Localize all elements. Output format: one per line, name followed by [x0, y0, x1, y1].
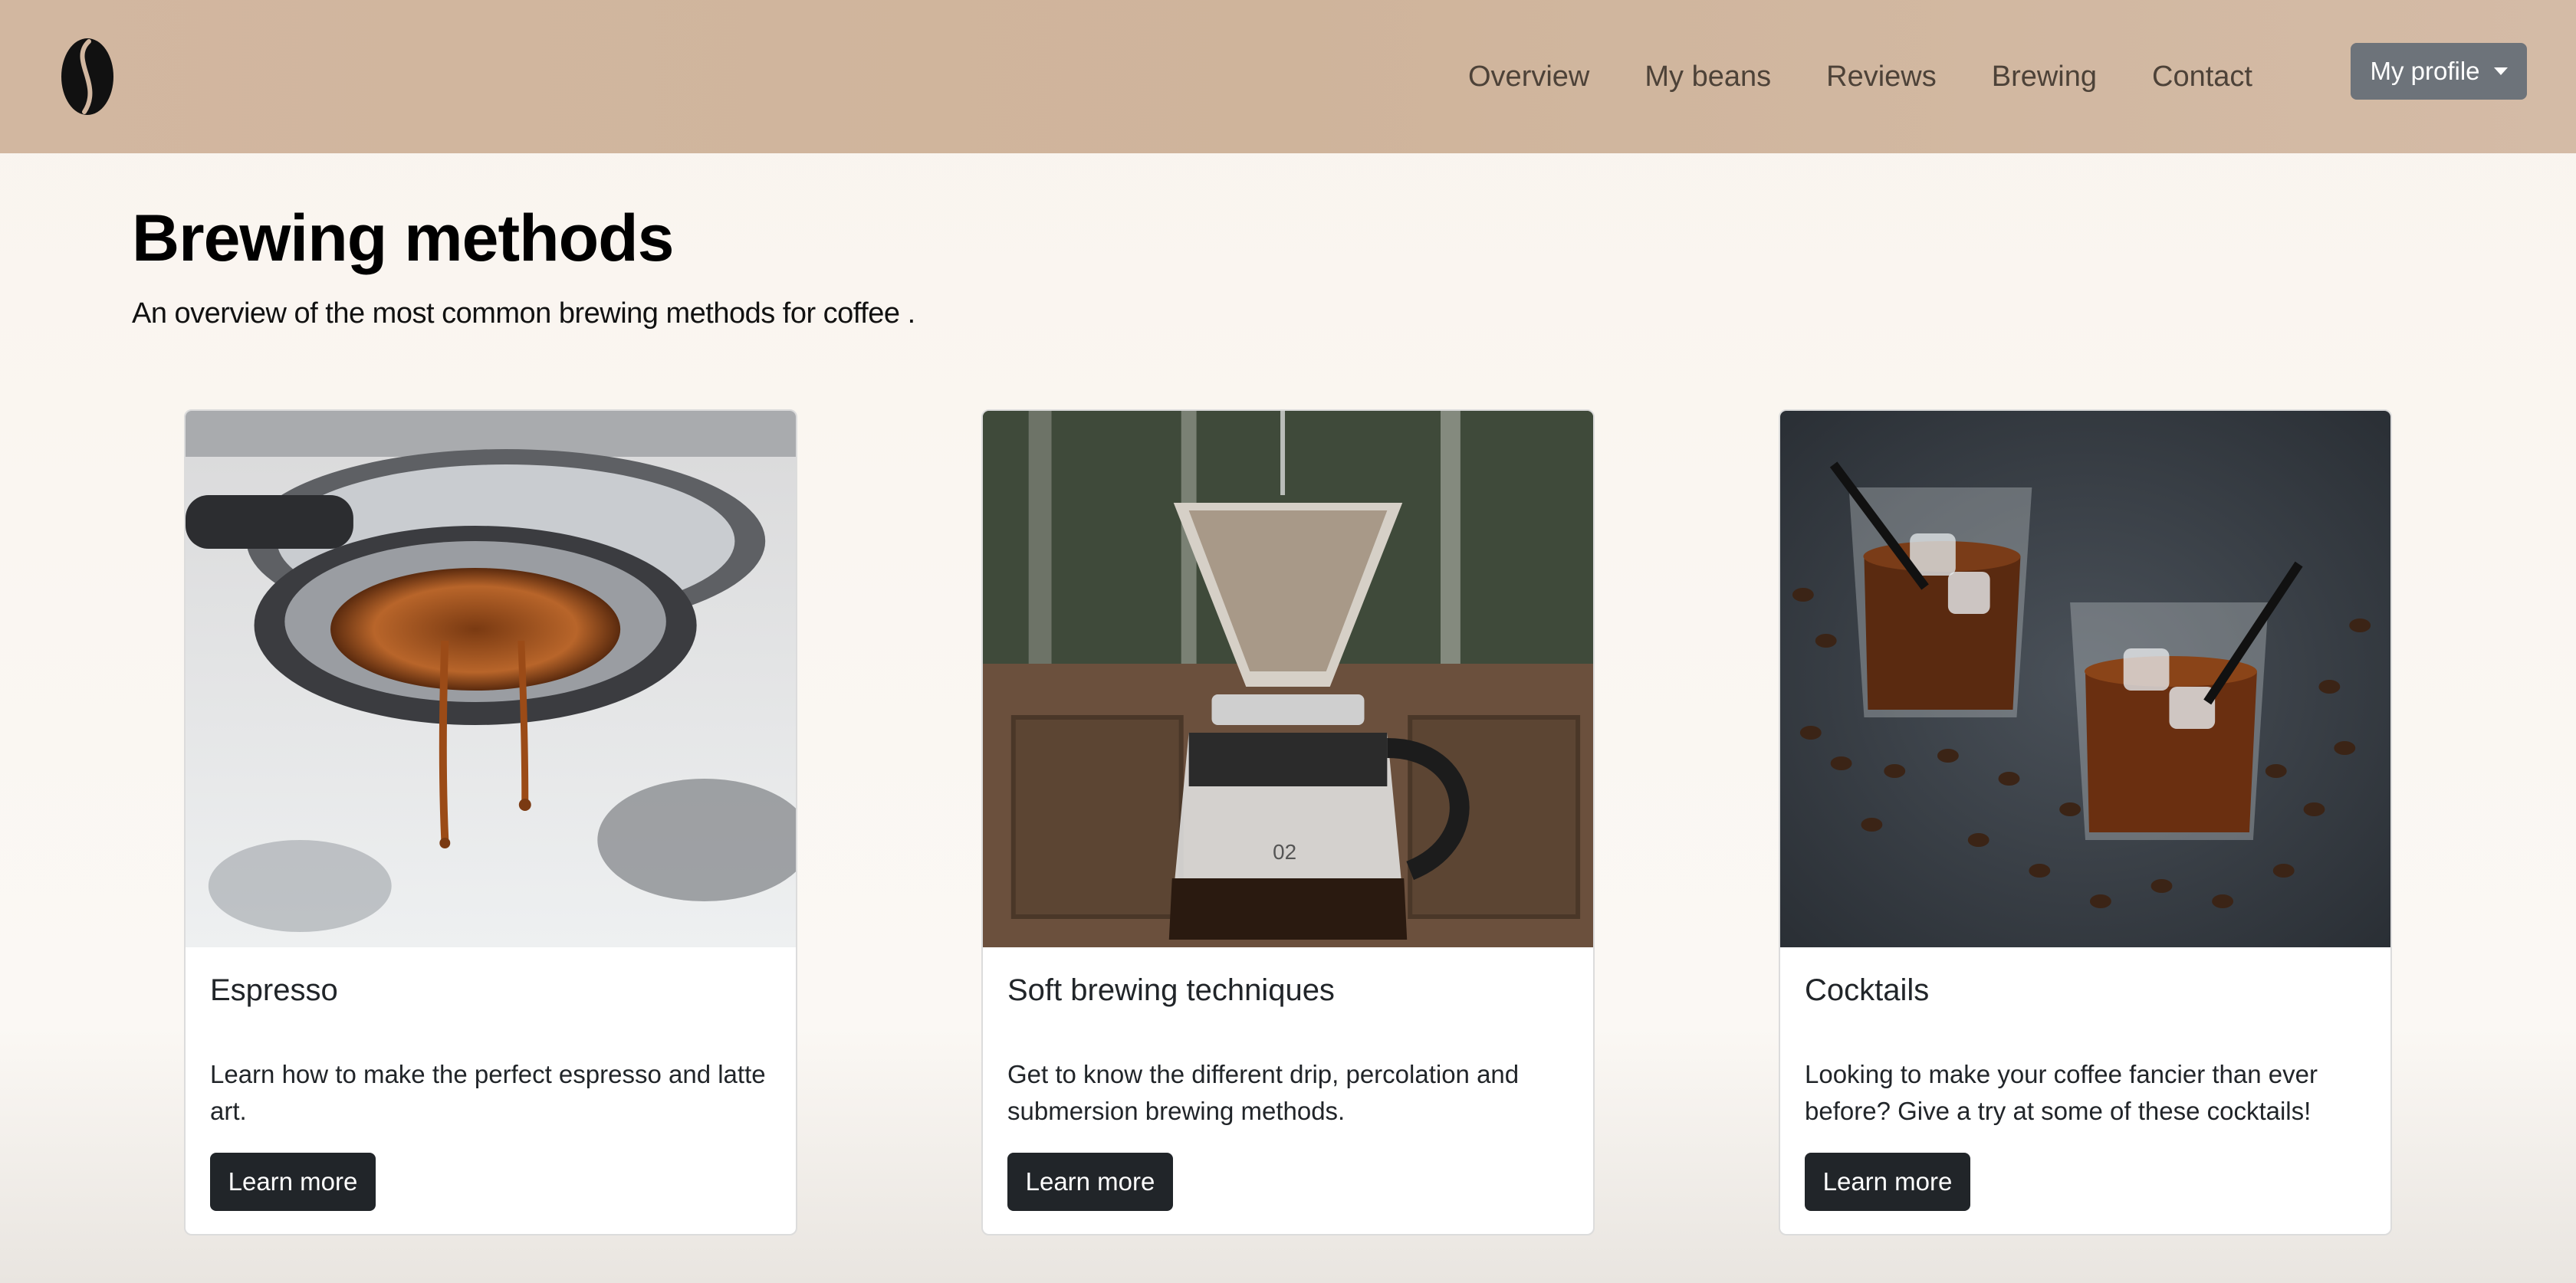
page: Overview My beans Reviews Brewing Contac…	[0, 0, 2576, 1283]
svg-text:02: 02	[1273, 840, 1296, 864]
nav-link-reviews[interactable]: Reviews	[1826, 61, 1937, 94]
pour-over-dripper-photo: 02	[983, 411, 1593, 947]
page-subtitle: An overview of the most common brewing m…	[132, 297, 915, 330]
espresso-machine-photo	[186, 411, 796, 947]
card-cocktails: Cocktails Looking to make your coffee fa…	[1779, 409, 2392, 1235]
my-profile-label: My profile	[2370, 57, 2480, 85]
nav-links: Overview My beans Reviews Brewing Contac…	[1468, 0, 2308, 153]
iced-coffee-cocktails-photo	[1780, 411, 2390, 947]
nav-link-brewing[interactable]: Brewing	[1992, 61, 2097, 94]
card-text: Looking to make your coffee fancier than…	[1805, 1060, 2318, 1125]
card-soft-brewing: 02 Soft brewing techniques Get to know t…	[981, 409, 1595, 1235]
nav-link-my-beans[interactable]: My beans	[1644, 61, 1771, 94]
nav-link-contact[interactable]: Contact	[2152, 61, 2252, 94]
coffee-bean-icon[interactable]	[58, 37, 117, 116]
learn-more-button[interactable]: Learn more	[1805, 1153, 1970, 1211]
learn-more-button[interactable]: Learn more	[1007, 1153, 1173, 1211]
page-title: Brewing methods	[132, 202, 675, 275]
card-espresso: Espresso Learn how to make the perfect e…	[184, 409, 797, 1235]
my-profile-dropdown[interactable]: My profile	[2351, 43, 2527, 100]
learn-more-button[interactable]: Learn more	[210, 1153, 376, 1211]
card-text: Learn how to make the perfect espresso a…	[210, 1060, 766, 1125]
card-title: Cocktails	[1805, 973, 1930, 1007]
navbar: Overview My beans Reviews Brewing Contac…	[0, 0, 2576, 153]
nav-link-overview[interactable]: Overview	[1468, 61, 1589, 94]
chevron-down-icon	[2493, 67, 2508, 75]
card-title: Soft brewing techniques	[1007, 973, 1335, 1007]
card-text: Get to know the different drip, percolat…	[1007, 1060, 1520, 1125]
card-title: Espresso	[210, 973, 338, 1007]
